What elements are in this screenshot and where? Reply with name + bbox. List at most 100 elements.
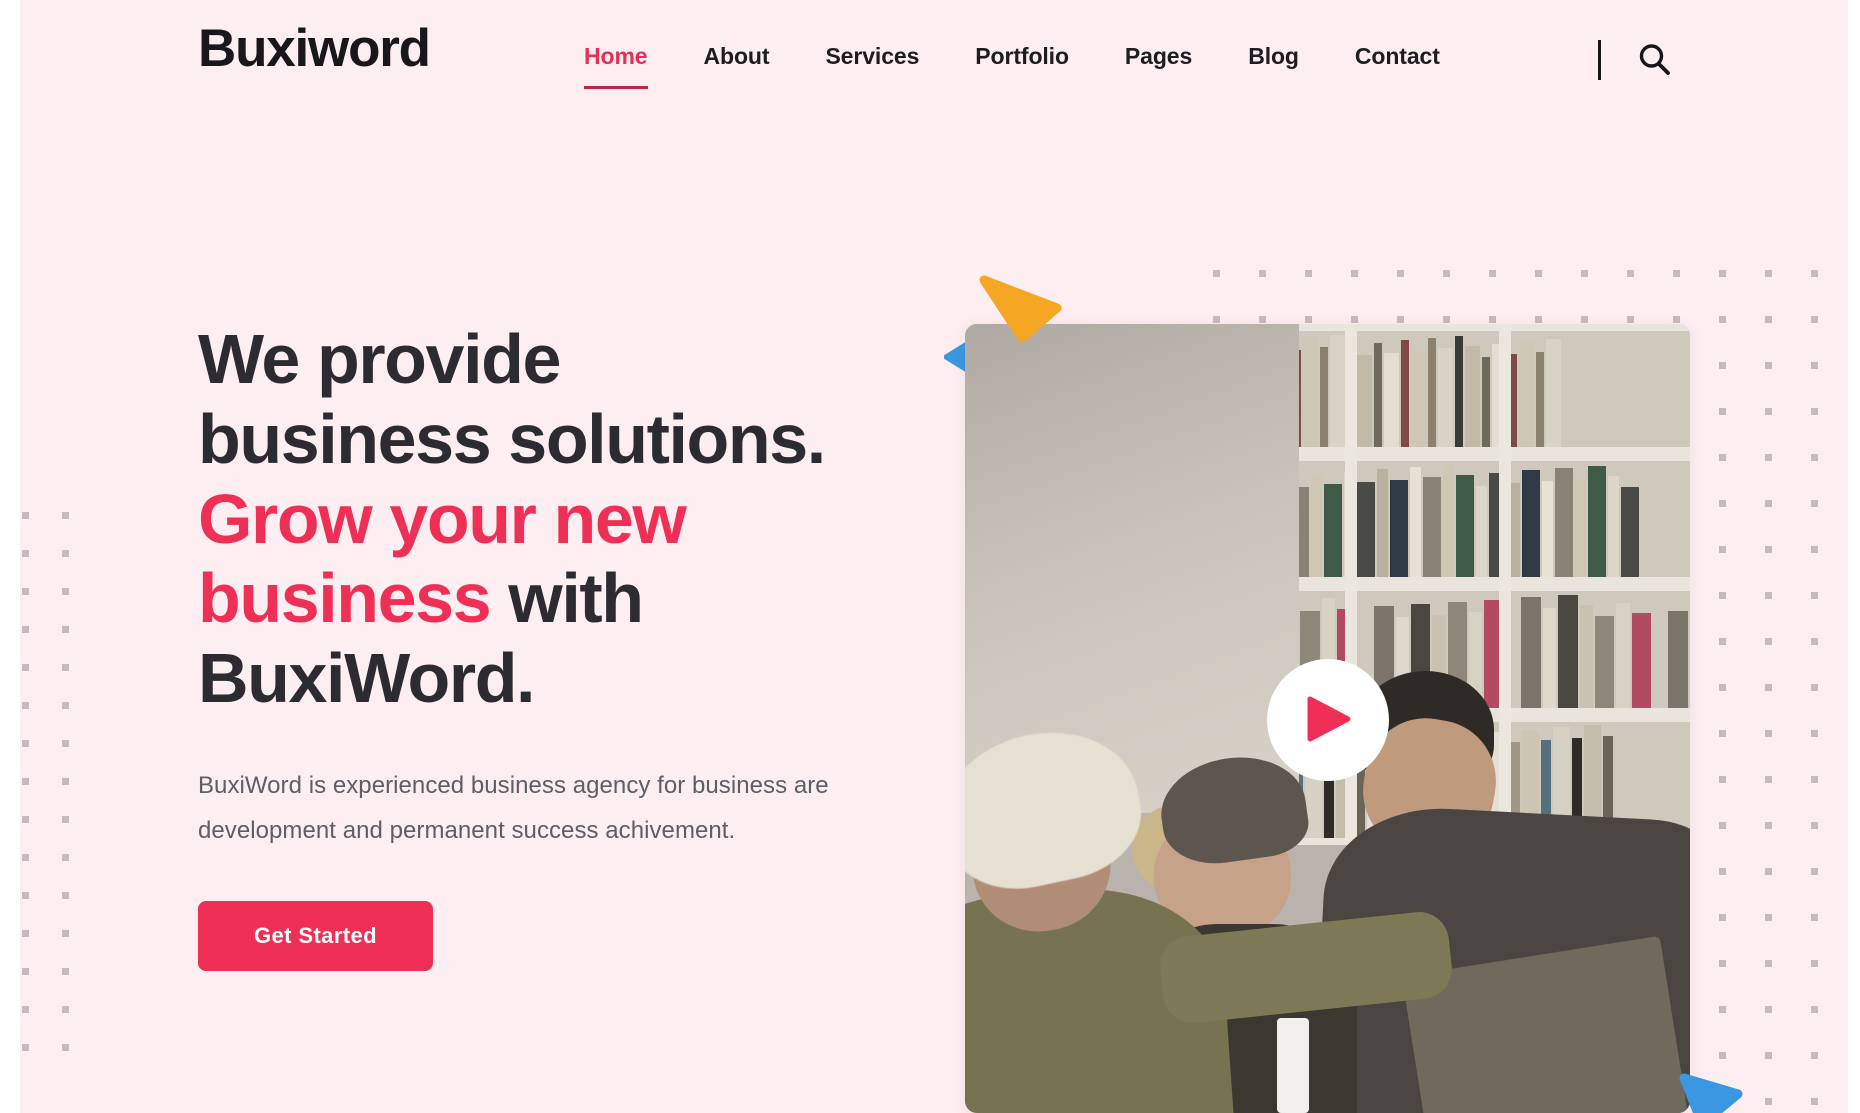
nav-item-pages[interactable]: Pages [1097,42,1220,71]
decorative-dot [1535,316,1542,323]
decorative-dot [1673,316,1680,323]
decorative-dot [62,550,69,557]
main-navigation: Home About Services Portfolio Pages Blog Conta… [556,42,1468,89]
decorative-dot [1443,316,1450,323]
decorative-dot [62,854,69,861]
hero-title-line-3: Grow your new [198,479,687,558]
book [1616,602,1630,708]
decorative-dot [22,930,29,937]
blue-triangle-bottom-right-icon [1678,1068,1744,1113]
nav-item-about[interactable]: About [676,42,798,71]
decorative-dot [1489,270,1496,277]
search-icon [1637,42,1671,79]
decorative-dot [1811,684,1818,691]
decorative-dot [62,778,69,785]
hero-title-line-4-accent: business [198,559,492,638]
decorative-dot [1397,270,1404,277]
decorative-dot [1719,546,1726,553]
nav-item-blog[interactable]: Blog [1220,42,1327,71]
decorative-dot [1305,270,1312,277]
decorative-dot [1489,316,1496,323]
decorative-dot [1811,270,1818,277]
decorative-dot [1627,316,1634,323]
nav-item-home[interactable]: Home [556,42,676,89]
book [1587,465,1606,578]
book [1437,348,1453,448]
play-video-button[interactable] [1266,659,1389,782]
decorative-dot [62,588,69,595]
decorative-dot [1719,868,1726,875]
book [1442,464,1454,578]
nav-item-contact[interactable]: Contact [1327,42,1468,71]
decorative-dot [1765,1098,1772,1105]
decorative-dot [1719,362,1726,369]
decorative-dot [1719,1006,1726,1013]
book [1521,597,1541,708]
decorative-dot [22,892,29,899]
book [1329,334,1345,448]
book [1376,469,1388,578]
book [1535,351,1544,448]
decorative-dot [1811,914,1818,921]
decorative-dot [1719,1052,1726,1059]
decorative-dot [1213,316,1220,323]
decorative-dot [1765,592,1772,599]
book [1383,353,1399,448]
hero-video-thumbnail[interactable] [965,324,1690,1113]
decorative-dot [1765,1006,1772,1013]
decorative-dot [1811,1052,1818,1059]
get-started-button[interactable]: Get Started [198,901,433,972]
book [1668,611,1689,708]
decorative-dot [1719,684,1726,691]
decorative-dot [1811,1098,1818,1105]
decorative-dot [1811,454,1818,461]
decorative-dot [1719,592,1726,599]
decorative-dot [1811,960,1818,967]
decorative-dot [1719,270,1726,277]
book [1475,485,1487,578]
decorative-dot [62,512,69,519]
book [1356,482,1375,578]
hero-text-column: We provide business solutions. Grow your… [198,320,918,972]
orange-triangle-icon [978,272,1062,349]
book [1310,473,1322,578]
book [1554,468,1573,578]
decorative-dot [22,968,29,975]
decorative-dot [1351,316,1358,323]
book [1620,486,1639,578]
book [1579,605,1593,708]
decorative-dot [1719,454,1726,461]
decorative-dot [22,550,29,557]
hero-description: BuxiWord is experienced business agency … [198,771,829,845]
decorative-dot [1765,776,1772,783]
search-button[interactable] [1630,36,1678,84]
book [1545,339,1561,448]
book [1302,336,1318,448]
hero-title-line-1: We provide [198,320,561,398]
decorative-dot [1351,270,1358,277]
decorative-dot [62,664,69,671]
decorative-dot [1765,408,1772,415]
site-logo[interactable]: Buxiword [198,22,431,75]
decorative-dot [1765,454,1772,461]
decorative-dot [1765,638,1772,645]
book [1323,484,1342,578]
nav-item-portfolio[interactable]: Portfolio [947,42,1097,71]
book [1373,342,1382,448]
book [1319,347,1328,448]
decorative-dot [22,626,29,633]
book [1481,356,1490,448]
decorative-dot [1719,730,1726,737]
book [1518,341,1534,448]
decorative-dot [22,588,29,595]
book [1455,475,1474,578]
book [1464,346,1480,448]
nav-item-services[interactable]: Services [797,42,947,71]
decorative-dot [1627,270,1634,277]
decorative-dot [1765,868,1772,875]
decorative-dot [22,1044,29,1051]
decorative-dot [1765,500,1772,507]
decorative-dot [1259,316,1266,323]
decorative-dot [62,740,69,747]
decorative-dot [62,1006,69,1013]
